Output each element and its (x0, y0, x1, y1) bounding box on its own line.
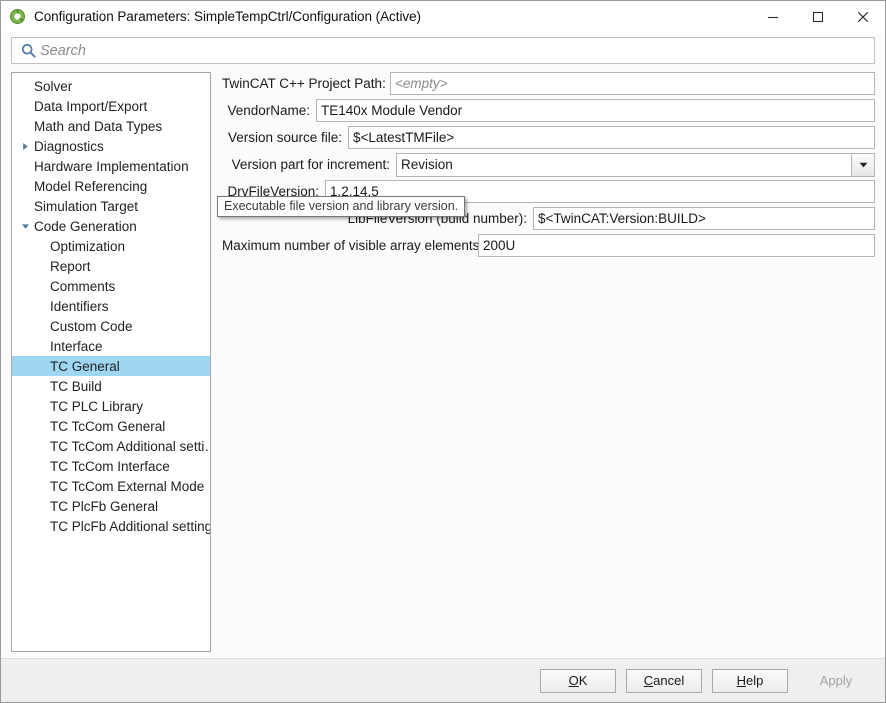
tree-item-label: Diagnostics (34, 138, 104, 154)
window-controls (750, 1, 885, 32)
tree-item-data-import-export[interactable]: Data Import/Export (12, 96, 210, 116)
tree-item-label: TC TcCom External Mode (50, 478, 205, 494)
tree-item-tc-build[interactable]: TC Build (12, 376, 210, 396)
close-icon[interactable] (840, 1, 885, 32)
text-field[interactable]: 200U (478, 234, 875, 257)
search-icon (16, 43, 40, 58)
tree-item-label: TC TcCom Additional setti… (50, 438, 211, 454)
tree-item-tc-tccom-interface[interactable]: TC TcCom Interface (12, 456, 210, 476)
simulink-green-icon (9, 8, 26, 25)
cancel-button[interactable]: Cancel (626, 668, 702, 693)
field-value: TE140x Module Vendor (321, 103, 463, 118)
dropdown-selected-value: Revision (401, 157, 453, 172)
tree-item-label: Hardware Implementation (34, 158, 189, 174)
tree-item-custom-code[interactable]: Custom Code (12, 316, 210, 336)
tree-item-label: Interface (50, 338, 103, 354)
tree-item-diagnostics[interactable]: Diagnostics (12, 136, 210, 156)
tree-item-label: Code Generation (34, 218, 137, 234)
field-label: TwinCAT C++ Project Path: (222, 76, 386, 91)
maximize-icon[interactable] (795, 1, 840, 32)
tree-item-interface[interactable]: Interface (12, 336, 210, 356)
tree-item-label: Custom Code (50, 318, 133, 334)
form-row: Maximum number of visible array elements… (222, 234, 875, 257)
tree-item-label: Solver (34, 78, 73, 94)
text-field[interactable]: TE140x Module Vendor (316, 99, 875, 122)
tree-item-tc-plc-library[interactable]: TC PLC Library (12, 396, 210, 416)
version-part-dropdown[interactable]: Revision (396, 152, 875, 177)
search-bar[interactable] (11, 37, 875, 64)
field-value: 200U (483, 238, 516, 253)
ok-button[interactable]: OK (540, 668, 616, 693)
tree-item-label: Simulation Target (34, 198, 139, 214)
tree-item-optimization[interactable]: Optimization (12, 236, 210, 256)
field-value: $<TwinCAT:Version:BUILD> (538, 211, 706, 226)
button-label: OK (568, 673, 588, 688)
dialog-footer: OK Cancel Help Apply (1, 658, 885, 702)
button-label: Cancel (643, 673, 685, 688)
tree-item-label: TC PlcFb General (50, 498, 159, 514)
form-row: VendorName: TE140x Module Vendor (222, 99, 875, 122)
tree-item-identifiers[interactable]: Identifiers (12, 296, 210, 316)
tree-item-label: TC PlcFb Additional settings (50, 518, 211, 534)
settings-tree[interactable]: Solver Data Import/Export Math and Data Ty… (11, 72, 211, 652)
tree-item-label: Identifiers (50, 298, 109, 314)
tree-item-label: Comments (50, 278, 116, 294)
form-row: TwinCAT C++ Project Path: <empty> (222, 72, 875, 95)
apply-button: Apply (798, 668, 874, 693)
help-button[interactable]: Help (712, 668, 788, 693)
field-value: $<LatestTMFile> (353, 130, 455, 145)
dialog-body: Solver Data Import/Export Math and Data Ty… (1, 64, 885, 658)
tree-item-solver[interactable]: Solver (12, 76, 210, 96)
button-label: Help (736, 673, 764, 688)
tree-item-tc-general[interactable]: TC General (12, 356, 210, 376)
tree-item-label: TC TcCom General (50, 418, 166, 434)
window-title: Configuration Parameters: SimpleTempCtrl… (34, 9, 422, 24)
text-field[interactable]: <empty> (390, 72, 875, 95)
tree-item-label: TC TcCom Interface (50, 458, 170, 474)
tree-item-label: Math and Data Types (34, 118, 163, 134)
form-row: Version part for increment: Revision (222, 152, 875, 177)
field-label: Version part for increment: (231, 157, 390, 172)
tree-item-hardware-implementation[interactable]: Hardware Implementation (12, 156, 210, 176)
tree-item-label: Model Referencing (34, 178, 148, 194)
search-input[interactable] (40, 39, 874, 62)
tree-item-tc-plcfb-general[interactable]: TC PlcFb General (12, 496, 210, 516)
tree-item-tc-tccom-external-mode[interactable]: TC TcCom External Mode (12, 476, 210, 496)
minimize-icon[interactable] (750, 1, 795, 32)
tc-general-form: TwinCAT C++ Project Path: <empty> VendorNa… (211, 72, 875, 658)
tree-item-label: Data Import/Export (34, 98, 148, 114)
tree-item-simulation-target[interactable]: Simulation Target (12, 196, 210, 216)
button-label: Apply (819, 673, 853, 688)
tree-item-label: Report (50, 258, 91, 274)
tooltip: Executable file version and library vers… (217, 196, 466, 217)
tree-item-report[interactable]: Report (12, 256, 210, 276)
tree-item-label: TC Build (50, 378, 102, 394)
field-label: VendorName: (227, 103, 310, 118)
tree-item-label: TC General (50, 358, 120, 374)
tree-item-comments[interactable]: Comments (12, 276, 210, 296)
field-value: <empty> (395, 76, 448, 91)
tree-item-label: Optimization (50, 238, 126, 254)
title-bar: Configuration Parameters: SimpleTempCtrl… (1, 1, 885, 32)
tree-item-code-generation[interactable]: Code Generation (12, 216, 210, 236)
field-label: Version source file: (227, 130, 342, 145)
text-field[interactable]: $<LatestTMFile> (348, 126, 875, 149)
tree-item-math-and-data-types[interactable]: Math and Data Types (12, 116, 210, 136)
chevron-down-icon[interactable] (18, 222, 32, 231)
chevron-right-icon[interactable] (18, 142, 32, 151)
tree-item-tc-plcfb-additional-settings[interactable]: TC PlcFb Additional settings (12, 516, 210, 536)
text-field[interactable]: $<TwinCAT:Version:BUILD> (533, 207, 875, 230)
configuration-parameters-window: Configuration Parameters: SimpleTempCtrl… (0, 0, 886, 703)
chevron-down-icon[interactable] (851, 153, 874, 176)
tree-item-tc-tccom-general[interactable]: TC TcCom General (12, 416, 210, 436)
tree-item-label: TC PLC Library (50, 398, 144, 414)
form-row: Version source file: $<LatestTMFile> (222, 126, 875, 149)
tree-item-model-referencing[interactable]: Model Referencing (12, 176, 210, 196)
field-label: Maximum number of visible array elements… (222, 238, 484, 253)
tree-item-tc-tccom-additional-setti[interactable]: TC TcCom Additional setti… (12, 436, 210, 456)
